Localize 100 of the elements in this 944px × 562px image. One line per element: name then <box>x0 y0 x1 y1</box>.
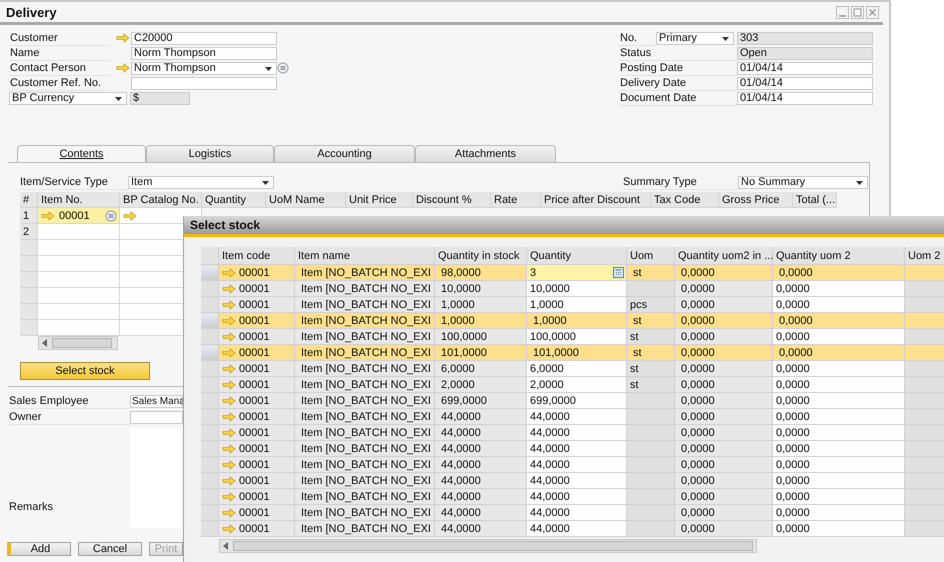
link-arrow-icon[interactable] <box>222 284 236 294</box>
select-stock-button[interactable]: Select stock <box>20 362 150 380</box>
column-header[interactable]: Item name <box>295 247 435 265</box>
scroll-left-icon[interactable] <box>42 339 48 347</box>
table-row[interactable]: 00001 Item [NO_BATCH NO_EXI 101,0000 101,0000 st 0,0000 0,0000 <box>201 345 944 361</box>
dropdown-caret-icon[interactable] <box>114 96 123 102</box>
column-header[interactable]: Quantity <box>202 192 266 208</box>
link-arrow-icon[interactable] <box>222 380 236 390</box>
column-header[interactable]: Uom <box>627 247 675 265</box>
row-header[interactable] <box>201 377 219 393</box>
row-header[interactable] <box>201 329 219 345</box>
input-field[interactable]: 01/04/14 <box>737 76 873 90</box>
tab[interactable]: Logistics <box>146 145 274 162</box>
table-row[interactable]: 00001 Item [NO_BATCH NO_EXI 6,0000 6,0000 st 0,0000 0,0000 <box>201 361 944 377</box>
table-cell[interactable] <box>38 256 120 272</box>
input-field[interactable]: Norm Thompson <box>131 46 277 60</box>
table-row[interactable]: 00001 Item [NO_BATCH NO_EXI 1,0000 1,0000 pcs 0,0000 0,0000 <box>201 297 944 313</box>
table-cell[interactable]: 699,0000 <box>527 393 627 409</box>
button[interactable]: Add <box>7 542 71 556</box>
table-cell[interactable]: 10,0000 <box>527 281 627 297</box>
link-arrow-icon[interactable] <box>222 476 236 486</box>
link-arrow-icon[interactable] <box>116 33 130 43</box>
column-header[interactable]: Quantity uom 2 <box>773 247 905 265</box>
dropdown-caret-icon[interactable] <box>261 180 270 186</box>
link-arrow-icon[interactable] <box>222 412 236 422</box>
table-row[interactable]: 00001 Item [NO_BATCH NO_EXI 44,0000 44,0000 0,0000 0,0000 <box>201 409 944 425</box>
row-header[interactable] <box>201 505 219 521</box>
tab[interactable]: Contents <box>17 145 146 162</box>
table-cell[interactable]: 100,0000 <box>527 329 627 345</box>
column-header[interactable]: Item No. <box>38 192 120 208</box>
readonly-field[interactable]: 303 <box>737 32 873 44</box>
scroll-left-icon[interactable] <box>223 542 229 550</box>
link-arrow-icon[interactable] <box>222 364 236 374</box>
tab[interactable]: Accounting <box>274 145 415 162</box>
list-icon[interactable] <box>105 210 117 222</box>
table-row[interactable]: 00001 Item [NO_BATCH NO_EXI 699,0000 699,0000 0,0000 0,0000 <box>201 393 944 409</box>
column-header[interactable]: Item code <box>219 247 295 265</box>
column-header[interactable]: UoM Name <box>266 192 346 208</box>
row-header[interactable] <box>201 425 219 441</box>
link-arrow-icon[interactable] <box>116 63 130 73</box>
link-arrow-icon[interactable] <box>222 332 236 342</box>
link-arrow-icon[interactable] <box>222 396 236 406</box>
table-row[interactable]: 00001 Item [NO_BATCH NO_EXI 44,0000 44,0000 0,0000 0,0000 <box>201 489 944 505</box>
link-arrow-icon[interactable] <box>123 210 137 220</box>
link-arrow-icon[interactable] <box>222 300 236 310</box>
dropdown-caret-icon[interactable] <box>855 180 864 186</box>
table-row[interactable]: 00001 Item [NO_BATCH NO_EXI 44,0000 44,0000 0,0000 0,0000 <box>201 521 944 537</box>
row-header[interactable] <box>201 297 219 313</box>
link-arrow-icon[interactable] <box>222 524 236 534</box>
table-row[interactable]: 00001 Item [NO_BATCH NO_EXI 44,0000 44,0000 0,0000 0,0000 <box>201 457 944 473</box>
text-area[interactable] <box>130 428 183 528</box>
row-header[interactable] <box>201 521 219 537</box>
link-arrow-icon[interactable] <box>222 444 236 454</box>
table-cell[interactable]: 3 <box>527 265 627 281</box>
column-header[interactable]: Gross Price <box>719 192 793 208</box>
table-cell[interactable]: 44,0000 <box>527 521 627 537</box>
calculator-icon[interactable] <box>613 267 624 278</box>
dropdown-field[interactable]: Norm Thompson <box>131 62 277 74</box>
dropdown-field[interactable]: Primary <box>656 32 734 44</box>
input-field[interactable] <box>131 76 277 90</box>
row-header[interactable] <box>201 489 219 505</box>
column-header[interactable]: Quantity in stock <box>435 247 527 265</box>
input-field[interactable]: 01/04/14 <box>737 92 873 104</box>
input-field[interactable] <box>130 410 183 424</box>
dropdown-field[interactable]: BP Currency <box>9 92 127 104</box>
dropdown-field[interactable]: Item <box>128 176 274 188</box>
table-cell[interactable] <box>38 304 120 320</box>
link-arrow-icon[interactable] <box>222 460 236 470</box>
link-arrow-icon[interactable] <box>222 348 236 358</box>
table-cell[interactable]: 6,0000 <box>527 361 627 377</box>
link-arrow-icon[interactable] <box>222 508 236 518</box>
column-header[interactable]: Total (... <box>793 192 837 208</box>
minimize-icon[interactable] <box>836 6 849 18</box>
column-header[interactable]: BP Catalog No. <box>120 192 202 208</box>
row-header[interactable] <box>201 409 219 425</box>
table-row[interactable]: 00001 Item [NO_BATCH NO_EXI 44,0000 44,0000 0,0000 0,0000 <box>201 473 944 489</box>
link-arrow-icon[interactable] <box>41 210 55 220</box>
table-cell[interactable]: 1,0000 <box>527 297 627 313</box>
column-header[interactable]: Quantity uom2 in ... <box>675 247 773 265</box>
row-header[interactable] <box>201 281 219 297</box>
table-row[interactable]: 00001 Item [NO_BATCH NO_EXI 44,0000 44,0000 0,0000 0,0000 <box>201 441 944 457</box>
readonly-field[interactable]: Open <box>737 46 873 60</box>
column-header[interactable]: Quantity <box>527 247 627 265</box>
table-cell[interactable] <box>38 240 120 256</box>
table-row[interactable]: 00001 Item [NO_BATCH NO_EXI 2,0000 2,0000 st 0,0000 0,0000 <box>201 377 944 393</box>
link-arrow-icon[interactable] <box>222 428 236 438</box>
table-row[interactable]: 00001 Item [NO_BATCH NO_EXI 1,0000 1,0000 st 0,0000 0,0000 <box>201 313 944 329</box>
table-cell[interactable]: 44,0000 <box>527 409 627 425</box>
table-cell[interactable]: 2,0000 <box>527 377 627 393</box>
table-row[interactable]: 00001 Item [NO_BATCH NO_EXI 100,0000 100,0000 st 0,0000 0,0000 <box>201 329 944 345</box>
table-cell[interactable]: 44,0000 <box>527 457 627 473</box>
column-header[interactable]: Discount % <box>413 192 491 208</box>
table-cell[interactable]: 44,0000 <box>527 441 627 457</box>
row-header[interactable] <box>201 361 219 377</box>
table-cell[interactable]: 00001 <box>38 208 120 224</box>
input-field[interactable]: C20000 <box>131 32 277 44</box>
horizontal-scrollbar[interactable] <box>38 336 118 350</box>
table-cell[interactable]: 44,0000 <box>527 425 627 441</box>
column-header[interactable]: Price after Discount <box>541 192 651 208</box>
table-cell[interactable]: 1,0000 <box>527 313 627 329</box>
